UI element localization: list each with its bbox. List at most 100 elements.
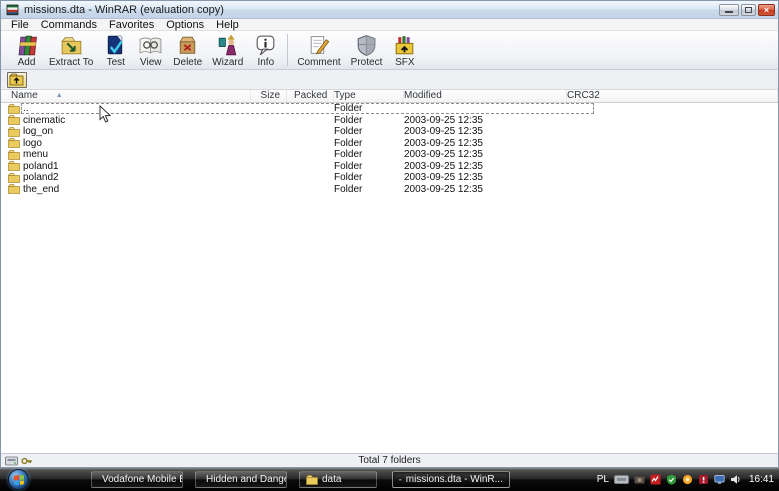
row-crc32 (567, 172, 778, 184)
row-size (251, 149, 287, 161)
folder-icon (8, 115, 20, 126)
folder-icon (306, 474, 318, 485)
folder-icon (8, 126, 20, 137)
column-header-name[interactable]: Name ▲ (1, 90, 251, 102)
taskbar-buttons: Vodafone Mobile Br... Hidden and Danger.… (91, 471, 510, 488)
row-crc32 (567, 184, 778, 196)
taskbar-button-winrar[interactable]: missions.dta - WinR... (392, 471, 510, 488)
row-cinematic[interactable]: cinematic Folder 2003-09-25 12:35 (1, 115, 778, 127)
menu-file[interactable]: File (5, 19, 35, 31)
row-crc32 (567, 138, 778, 150)
folder-icon (8, 184, 20, 195)
row-modified: 2003-09-25 12:35 (404, 160, 483, 172)
row-name: log_on (23, 126, 54, 137)
row-type: Folder (334, 137, 363, 149)
row-packed (287, 103, 334, 115)
menu-options[interactable]: Options (160, 19, 210, 31)
extract-to-button[interactable]: Extract To (44, 32, 98, 68)
row-name: cinematic (23, 114, 66, 126)
row-modified: 2003-09-25 12:35 (404, 183, 483, 195)
tray-alert-icon[interactable] (698, 474, 709, 485)
winrar-app-icon (6, 4, 19, 15)
row-menu[interactable]: menu Folder 2003-09-25 12:35 (1, 149, 778, 161)
info-button[interactable]: Info (248, 32, 283, 68)
comment-button[interactable]: Comment (292, 32, 345, 68)
row-size (251, 103, 287, 115)
tray-orange-ring-icon[interactable] (682, 474, 693, 485)
file-list: .. Folder cinematic Folder 2003-09-25 12… (1, 103, 778, 453)
row-type: Folder (334, 160, 363, 172)
volume-icon[interactable] (730, 474, 741, 485)
row-poland2[interactable]: poland2 Folder 2003-09-25 12:35 (1, 172, 778, 184)
row-packed (287, 149, 334, 161)
menu-favorites[interactable]: Favorites (103, 19, 160, 31)
sfx-label: SFX (395, 57, 415, 68)
system-tray: PL 16:41 (597, 474, 774, 485)
close-button[interactable]: × (758, 3, 775, 16)
column-header-modified[interactable]: Modified (404, 90, 567, 102)
row-poland1[interactable]: poland1 Folder 2003-09-25 12:35 (1, 161, 778, 173)
view-button[interactable]: View (133, 32, 168, 68)
language-indicator[interactable]: PL (597, 474, 609, 485)
row-modified (404, 103, 567, 115)
winrar-window: missions.dta - WinRAR (evaluation copy) … (0, 0, 779, 468)
view-book-icon (139, 37, 162, 54)
row-type: Folder (334, 114, 363, 126)
taskbar-button-vodafone[interactable]: Vodafone Mobile Br... (91, 471, 183, 488)
row-name: .. (23, 103, 29, 114)
sfx-box-icon (396, 36, 414, 55)
start-button[interactable] (8, 469, 29, 490)
minimize-button[interactable] (719, 3, 739, 16)
menu-help[interactable]: Help (210, 19, 245, 31)
comment-note-icon (311, 36, 330, 55)
row-log-on[interactable]: log_on Folder 2003-09-25 12:35 (1, 126, 778, 138)
toolbar: Add Extract To Test View Delete Wizard I… (1, 31, 778, 70)
column-header-crc32[interactable]: CRC32 (567, 90, 778, 102)
row-name: logo (23, 137, 42, 149)
row-crc32 (567, 103, 778, 115)
test-book-icon (108, 35, 124, 55)
wizard-button[interactable]: Wizard (207, 32, 248, 68)
view-label: View (140, 57, 162, 68)
sort-ascending-icon: ▲ (55, 92, 63, 99)
taskbar-clock[interactable]: 16:41 (749, 474, 774, 485)
sfx-button[interactable]: SFX (387, 32, 422, 68)
window-title: missions.dta - WinRAR (evaluation copy) (24, 3, 224, 16)
wizard-label: Wizard (212, 57, 244, 68)
row-size (251, 115, 287, 127)
up-one-level-button[interactable] (7, 71, 27, 88)
titlebar[interactable]: missions.dta - WinRAR (evaluation copy) … (1, 1, 778, 19)
test-button[interactable]: Test (98, 32, 133, 68)
row-logo[interactable]: logo Folder 2003-09-25 12:35 (1, 138, 778, 150)
menu-commands[interactable]: Commands (35, 19, 103, 31)
tray-shield-check-icon[interactable] (666, 474, 677, 485)
taskbar: Vodafone Mobile Br... Hidden and Danger.… (0, 468, 779, 491)
column-header-size[interactable]: Size (251, 90, 287, 102)
row-packed (287, 138, 334, 150)
column-headers: Name ▲ Size Packed Type Modified CRC32 (1, 90, 778, 103)
row-parent-dir[interactable]: .. Folder (1, 103, 778, 115)
row-name: menu (23, 149, 49, 160)
row-crc32 (567, 115, 778, 127)
protect-button[interactable]: Protect (346, 32, 388, 68)
status-bar: Total 7 folders (1, 453, 778, 467)
taskbar-button-data[interactable]: data (299, 471, 377, 488)
archive-add-icon (18, 35, 37, 56)
keyboard-layout-icon[interactable] (613, 475, 629, 484)
protect-shield-icon (357, 35, 376, 56)
maximize-button[interactable] (741, 3, 756, 16)
column-header-type[interactable]: Type (334, 90, 404, 102)
delete-button[interactable]: Delete (168, 32, 207, 68)
row-name: poland1 (23, 160, 59, 172)
taskbar-button-hidden-dangerous[interactable]: Hidden and Danger... (195, 471, 287, 488)
row-type: Folder (334, 149, 363, 160)
column-header-packed[interactable]: Packed (287, 90, 334, 102)
tray-network-monitor-icon[interactable] (714, 474, 725, 485)
row-crc32 (567, 161, 778, 173)
tray-antivirus-chart-icon[interactable] (650, 474, 661, 485)
tray-camera-icon[interactable] (634, 474, 645, 485)
add-button[interactable]: Add (9, 32, 44, 68)
row-the-end[interactable]: the_end Folder 2003-09-25 12:35 (1, 184, 778, 196)
row-type: Folder (334, 103, 363, 114)
taskbar-button-label: data (322, 474, 342, 485)
